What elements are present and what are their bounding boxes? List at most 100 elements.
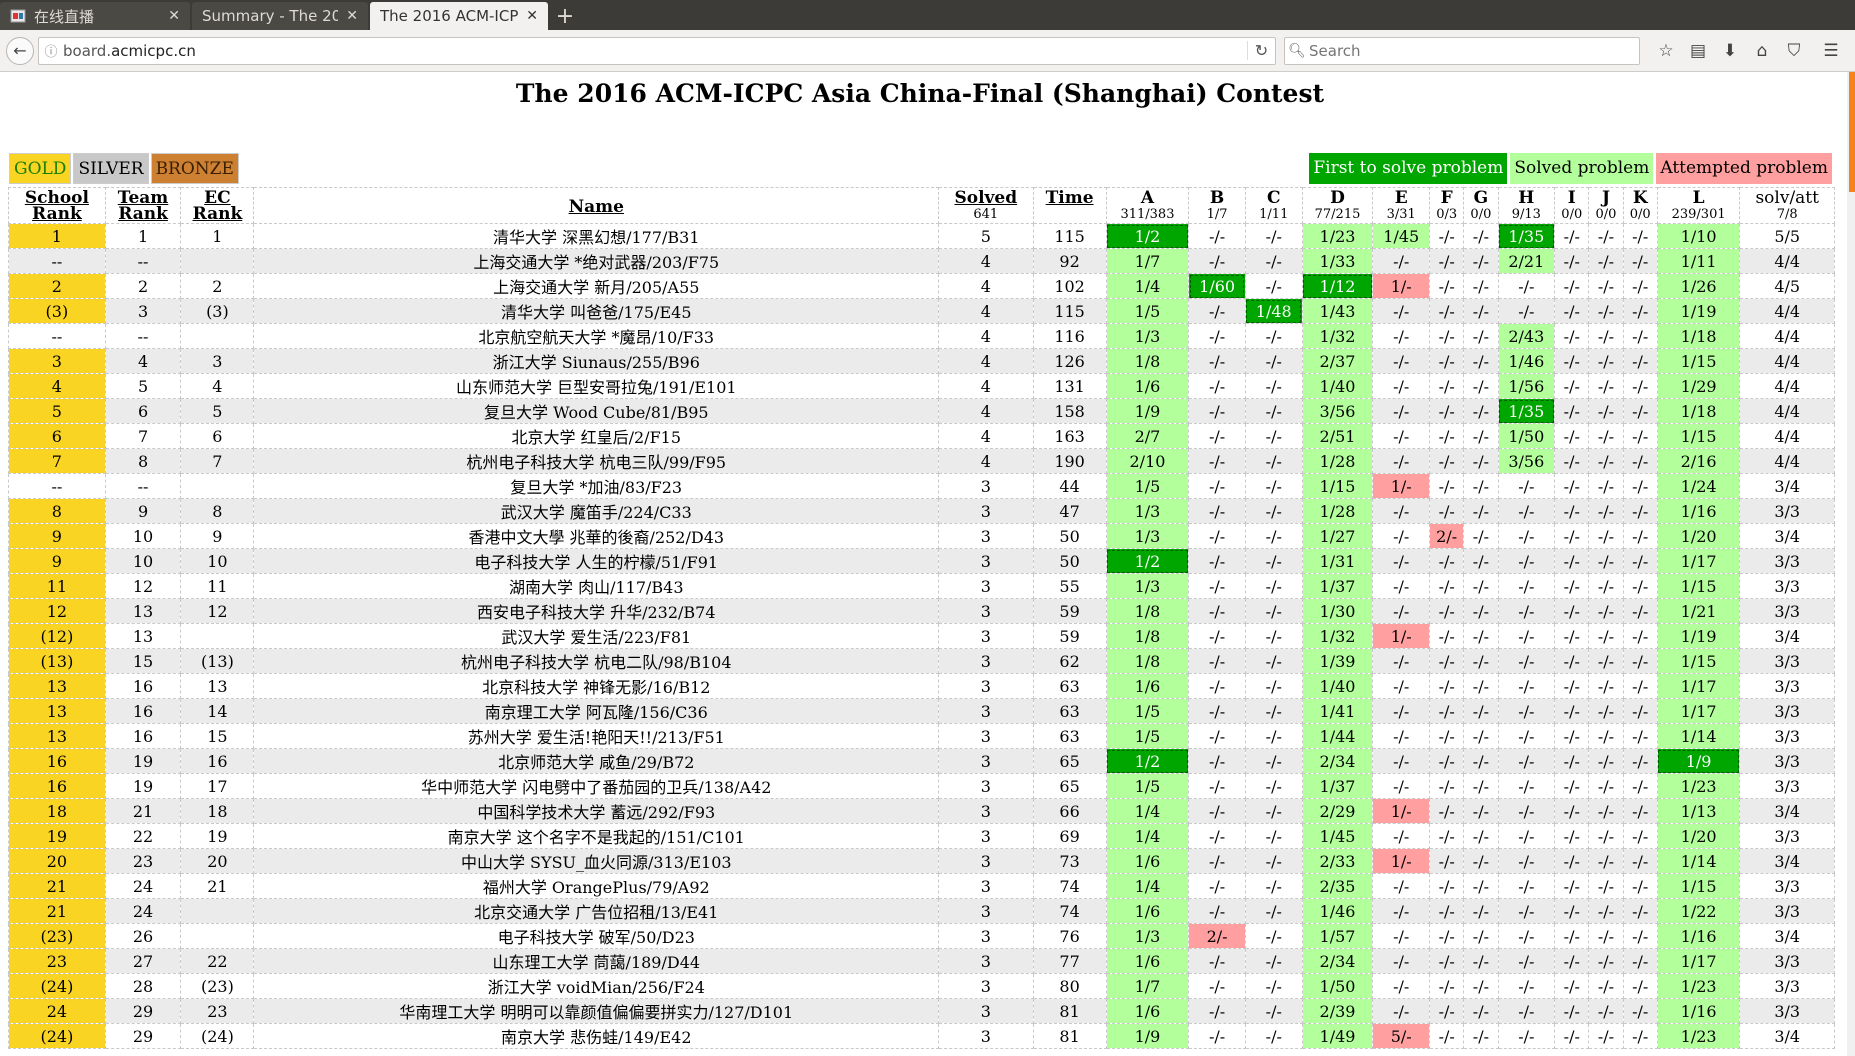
problem-cell-c: -/-	[1244, 773, 1303, 799]
home-icon[interactable]: ⌂	[1746, 37, 1778, 65]
school-rank-cell: (24)	[8, 973, 106, 999]
problem-letter: I	[1567, 188, 1576, 208]
problem-cell-c: -/-	[1244, 598, 1303, 624]
problem-cell-c: 1/48	[1244, 298, 1303, 324]
bookmarks-list-icon[interactable]: ▤	[1682, 37, 1714, 65]
team-rank-cell: 23	[104, 848, 182, 874]
problem-cell-k: -/-	[1622, 623, 1658, 649]
back-button[interactable]: ←	[6, 36, 34, 65]
header-ec-rank[interactable]: EC Rank	[180, 187, 255, 224]
ec-rank-cell: 6	[180, 423, 255, 449]
search-input[interactable]	[1309, 41, 1609, 60]
school-rank-cell: 24	[8, 998, 106, 1024]
problem-cell-k: -/-	[1622, 598, 1658, 624]
problem-cell-d: 2/35	[1301, 873, 1374, 899]
problem-cell-i: -/-	[1554, 673, 1590, 699]
download-icon[interactable]: ⬇	[1714, 37, 1746, 65]
close-tab-icon[interactable]: ✕	[526, 8, 538, 24]
team-name-cell: 北京交通大学 广告位招租/13/E41	[253, 898, 940, 924]
time-cell: 44	[1032, 473, 1107, 499]
problem-cell-i: -/-	[1554, 773, 1590, 799]
problem-cell-c: -/-	[1244, 273, 1303, 299]
search-bar[interactable]: 🔍︎	[1284, 36, 1640, 65]
url-text: board.acmicpc.cn	[63, 42, 1247, 60]
problem-stat: 0/0	[1629, 207, 1651, 222]
problem-cell-l: 1/20	[1656, 823, 1741, 849]
header-name[interactable]: Name	[253, 187, 940, 224]
scrollbar[interactable]	[1847, 72, 1855, 1056]
header-time[interactable]: Time	[1032, 187, 1107, 224]
problem-cell-b: -/-	[1188, 423, 1246, 449]
reload-icon[interactable]: ↻	[1247, 41, 1275, 60]
problem-cell-j: -/-	[1588, 598, 1624, 624]
team-rank-cell: 29	[104, 998, 182, 1024]
problem-cell-c: -/-	[1244, 948, 1303, 974]
problem-cell-h: -/-	[1497, 548, 1556, 574]
problem-cell-g: -/-	[1463, 423, 1499, 449]
problem-cell-i: -/-	[1554, 598, 1590, 624]
problem-cell-h: -/-	[1497, 823, 1556, 849]
problem-cell-g: -/-	[1463, 698, 1499, 724]
problem-cell-f: -/-	[1429, 648, 1465, 674]
problem-cell-h: -/-	[1497, 923, 1556, 949]
header-team-rank[interactable]: Team Rank	[104, 187, 182, 224]
problem-cell-f: -/-	[1429, 373, 1465, 399]
page-content: The 2016 ACM-ICPC Asia China-Final (Shan…	[0, 72, 1855, 1056]
solv-att-cell: 3/3	[1739, 823, 1835, 849]
close-tab-icon[interactable]: ✕	[346, 8, 358, 24]
school-rank-cell: 5	[8, 398, 106, 424]
problem-cell-b: -/-	[1188, 698, 1246, 724]
tab-live[interactable]: 在线直播 ✕	[0, 2, 190, 30]
time-cell: 59	[1032, 598, 1107, 624]
problem-cell-l: 1/17	[1656, 948, 1741, 974]
team-name-cell: 杭州电子科技大学 杭电三队/99/F95	[253, 448, 940, 474]
problem-cell-i: -/-	[1554, 873, 1590, 899]
table-row: 9 10 9 香港中文大學 兆華的後裔/252/D43 3 50 1/3 -/- -/- 1/27…	[8, 523, 1835, 549]
problem-cell-f: -/-	[1429, 398, 1465, 424]
problem-cell-j: -/-	[1588, 523, 1624, 549]
problem-cell-g: -/-	[1463, 648, 1499, 674]
problem-cell-b: -/-	[1188, 673, 1246, 699]
problem-cell-h: -/-	[1497, 873, 1556, 899]
header-school-rank[interactable]: School Rank	[8, 187, 106, 224]
solved-cell: 3	[938, 623, 1034, 649]
solved-cell: 3	[938, 573, 1034, 599]
table-header-row: School Rank Team Rank EC Rank Name Solved 64…	[8, 187, 1835, 224]
problem-letter: G	[1473, 188, 1489, 208]
new-tab-button[interactable]: +	[550, 2, 580, 30]
time-cell: 131	[1032, 373, 1107, 399]
problem-cell-k: -/-	[1622, 448, 1658, 474]
header-solved[interactable]: Solved 641	[938, 187, 1034, 224]
header-problem-k: K 0/0	[1622, 187, 1658, 224]
close-tab-icon[interactable]: ✕	[168, 8, 180, 24]
solv-att-cell: 3/3	[1739, 948, 1835, 974]
problem-cell-a: 1/4	[1105, 798, 1190, 824]
problem-stat: 311/383	[1120, 207, 1175, 222]
scrollbar-thumb[interactable]	[1849, 72, 1855, 192]
school-rank-cell: 2	[8, 273, 106, 299]
table-row: 5 6 5 复旦大学 Wood Cube/81/B95 4 158 1/9 -/- -/- 3/5…	[8, 398, 1835, 424]
problem-cell-l: 1/26	[1656, 273, 1741, 299]
pocket-icon[interactable]: ⛉	[1778, 37, 1810, 65]
legend-gold: GOLD	[9, 153, 72, 184]
menu-icon[interactable]: ☰	[1815, 37, 1847, 65]
problem-cell-k: -/-	[1622, 323, 1658, 349]
header-solv-att: solv/att 7/8	[1739, 187, 1835, 224]
site-info-icon[interactable]: ⓘ	[39, 41, 63, 60]
tab-scoreboard[interactable]: The 2016 ACM-ICPC Asi... ✕	[370, 2, 548, 30]
tab-summary[interactable]: Summary - The 2016 AC... ✕	[192, 2, 368, 30]
problem-cell-j: -/-	[1588, 798, 1624, 824]
problem-cell-h: -/-	[1497, 498, 1556, 524]
bookmark-star-icon[interactable]: ☆	[1650, 37, 1682, 65]
school-rank-cell: 1	[8, 223, 106, 249]
solved-cell: 3	[938, 948, 1034, 974]
url-bar[interactable]: ⓘ board.acmicpc.cn ↻	[38, 36, 1276, 65]
problem-cell-i: -/-	[1554, 623, 1590, 649]
problem-stat: 77/215	[1314, 207, 1361, 222]
problem-cell-f: -/-	[1429, 298, 1465, 324]
time-cell: 63	[1032, 673, 1107, 699]
problem-cell-e: -/-	[1372, 423, 1431, 449]
problem-cell-h: 2/43	[1497, 323, 1556, 349]
problem-cell-e: -/-	[1372, 373, 1431, 399]
problem-cell-d: 2/39	[1301, 998, 1374, 1024]
